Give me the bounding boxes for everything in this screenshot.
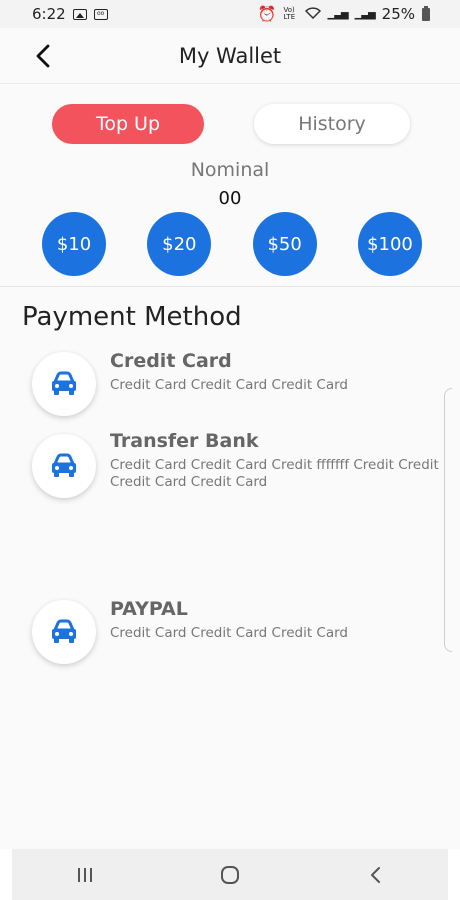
amount-100-button[interactable]: $100: [357, 212, 422, 276]
voicemail-notification-icon: oo: [93, 8, 108, 20]
payment-method-text: PAYPAL Credit Card Credit Card Credit Ca…: [110, 598, 440, 642]
car-icon: [52, 453, 76, 477]
amount-options: $10 $20 $50 $100: [42, 212, 422, 276]
payment-method-desc: Credit Card Credit Card Credit fffffff C…: [110, 457, 439, 490]
amount-20-button[interactable]: $20: [147, 212, 212, 276]
back-icon: [371, 866, 381, 883]
tab-history[interactable]: History: [254, 104, 410, 144]
payment-method-text: Transfer Bank Credit Card Credit Card Cr…: [110, 430, 440, 491]
payment-method-name: PAYPAL: [110, 598, 188, 620]
signal-icon-1: ▁▃▅: [327, 8, 349, 20]
payment-method-paypal[interactable]: PAYPAL Credit Card Credit Card Credit Ca…: [0, 598, 460, 664]
recent-apps-button[interactable]: [60, 855, 110, 895]
app-header: My Wallet: [0, 28, 460, 84]
payment-method-transfer-bank[interactable]: Transfer Bank Credit Card Credit Card Cr…: [0, 430, 460, 504]
battery-percent: 25%: [381, 5, 415, 23]
home-button[interactable]: [205, 855, 255, 895]
tab-top-up[interactable]: Top Up: [52, 104, 204, 144]
wallet-content: Top Up History Nominal 00 $10 $20 $50 $1…: [0, 84, 460, 849]
signal-icon-2: ▁▃▅: [354, 8, 376, 20]
volte-indicator: Vo) LTE: [283, 6, 296, 21]
payment-method-name: Credit Card: [110, 350, 232, 372]
amount-50-button[interactable]: $50: [252, 212, 317, 276]
status-right: ⏰ Vo) LTE ▁▃▅ ▁▃▅ 25%: [258, 5, 430, 23]
nav-back-button[interactable]: [350, 855, 400, 895]
back-button[interactable]: [28, 40, 58, 72]
car-icon: [52, 619, 76, 643]
wallet-tabs: Top Up History: [52, 104, 410, 144]
payment-method-title: Payment Method: [22, 302, 242, 332]
payment-method-text: Credit Card Credit Card Credit Card Cred…: [110, 350, 440, 394]
car-icon: [52, 371, 76, 395]
alarm-icon: ⏰: [257, 5, 277, 23]
system-nav-bar: [12, 849, 448, 900]
status-time: 6:22: [32, 5, 66, 23]
status-left: 6:22 oo: [32, 5, 108, 23]
chevron-left-icon: [36, 44, 50, 68]
status-bar: 6:22 oo ⏰ Vo) LTE ▁▃▅ ▁▃▅ 25%: [0, 0, 460, 28]
payment-method-icon-wrap: [32, 434, 96, 498]
nominal-value: 00: [218, 188, 242, 209]
recent-apps-icon: [77, 867, 92, 882]
payment-method-credit-card[interactable]: Credit Card Credit Card Credit Card Cred…: [0, 350, 460, 416]
battery-icon: [422, 5, 430, 21]
amount-10-button[interactable]: $10: [42, 212, 106, 276]
page-title: My Wallet: [178, 43, 282, 68]
payment-method-icon-wrap: [32, 600, 96, 664]
edge-panel-handle[interactable]: [444, 388, 452, 652]
gallery-notification-icon: [72, 8, 87, 20]
nominal-label: Nominal: [190, 159, 270, 181]
payment-method-desc: Credit Card Credit Card Credit Card: [110, 625, 348, 641]
payment-method-desc: Credit Card Credit Card Credit Card: [110, 377, 348, 393]
payment-method-name: Transfer Bank: [110, 430, 259, 452]
wifi-icon: [304, 5, 321, 23]
section-divider: [0, 286, 460, 287]
payment-method-icon-wrap: [32, 352, 96, 416]
home-icon: [220, 865, 239, 884]
